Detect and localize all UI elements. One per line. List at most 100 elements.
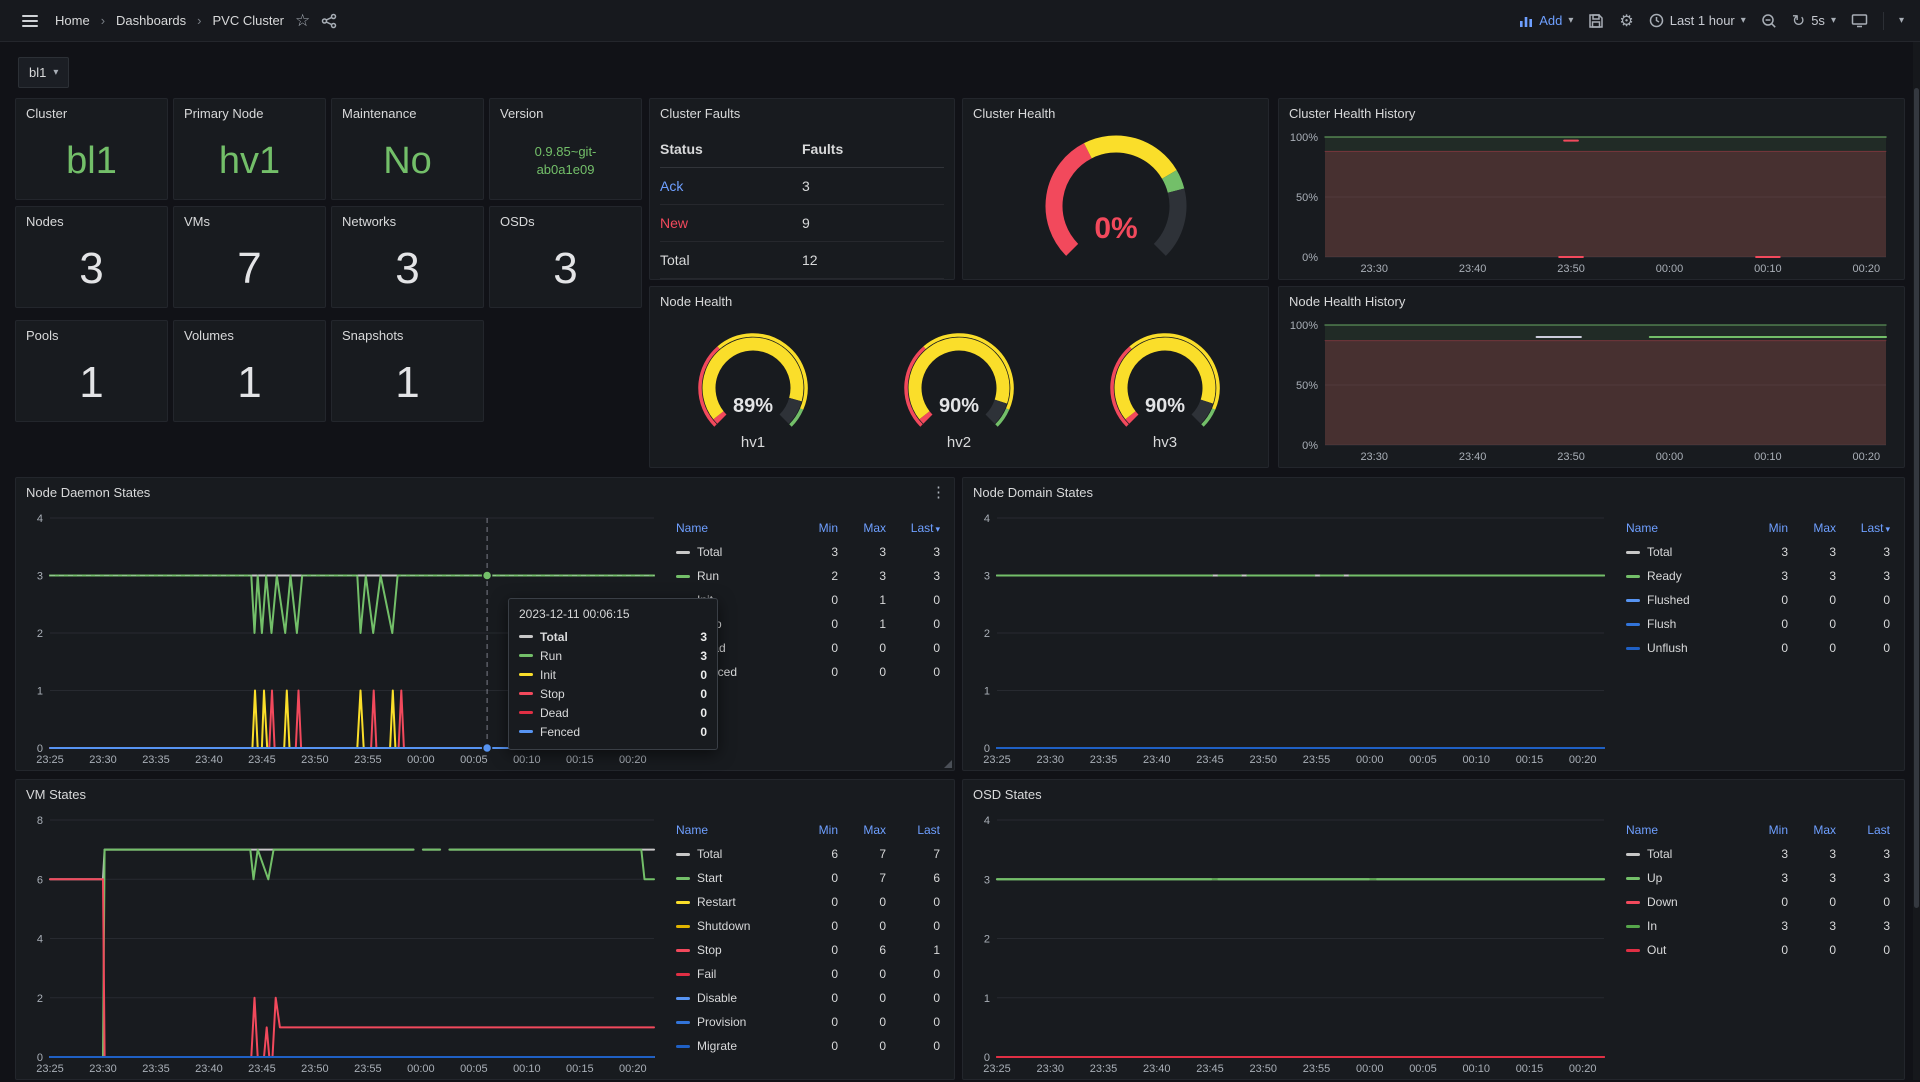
scrollbar-thumb[interactable]	[1914, 88, 1919, 908]
cluster-health-history-chart[interactable]: 0%50%100%23:3023:4023:5000:0000:1000:20	[1287, 127, 1896, 277]
series-toggle[interactable]: In	[1626, 919, 1748, 933]
series-toggle[interactable]: Flush	[1626, 617, 1748, 631]
breadcrumb-dashboards[interactable]: Dashboards	[116, 13, 186, 28]
panel-title[interactable]: Node Health History	[1279, 287, 1904, 317]
series-toggle[interactable]: Total	[1626, 847, 1748, 861]
time-range-picker[interactable]: Last 1 hour ▾	[1649, 13, 1746, 28]
cluster-health-gauge: 0%	[963, 127, 1268, 279]
series-toggle[interactable]: Down	[1626, 895, 1748, 909]
legend-column-max[interactable]: Max	[1792, 823, 1840, 837]
panel-title[interactable]: OSDs	[490, 207, 641, 237]
legend-max-value: 7	[842, 847, 890, 861]
series-toggle[interactable]: Unflush	[1626, 641, 1748, 655]
nav-collapse-icon[interactable]: ▾	[1899, 15, 1904, 26]
stat-value-nodes: 3	[16, 235, 167, 303]
vm-states-chart[interactable]: 0246823:2523:3023:3523:4023:4523:5023:55…	[24, 810, 664, 1077]
series-toggle[interactable]: Restart	[676, 895, 798, 909]
panel-title[interactable]: Snapshots	[332, 321, 483, 351]
panel-title[interactable]: Maintenance	[332, 99, 483, 129]
legend-max-value: 7	[842, 871, 890, 885]
series-toggle[interactable]: Shutdown	[676, 919, 798, 933]
legend-column-max[interactable]: Max	[1792, 521, 1840, 535]
osd-states-chart[interactable]: 0123423:2523:3023:3523:4023:4523:5023:55…	[971, 810, 1614, 1077]
share-icon[interactable]	[321, 13, 337, 29]
panel-title[interactable]: Node Daemon States	[16, 478, 954, 508]
series-toggle[interactable]: Stop	[676, 943, 798, 957]
legend-column-max[interactable]: Max	[842, 823, 890, 837]
series-toggle[interactable]: Run	[676, 569, 798, 583]
legend-column-name[interactable]: Name	[1626, 823, 1748, 837]
series-toggle[interactable]: Total	[676, 545, 798, 559]
panel-title[interactable]: Version	[490, 99, 641, 129]
series-toggle[interactable]: Total	[676, 847, 798, 861]
refresh-picker[interactable]: ↻ 5s ▾	[1792, 11, 1836, 31]
breadcrumb-current[interactable]: PVC Cluster	[212, 13, 284, 28]
legend-column-name[interactable]: Name	[676, 521, 798, 535]
zoom-out-icon[interactable]	[1761, 13, 1777, 29]
tv-mode-icon[interactable]	[1851, 13, 1868, 28]
node-domain-states-chart[interactable]: 0123423:2523:3023:3523:4023:4523:5023:55…	[971, 508, 1614, 768]
svg-text:00:05: 00:05	[460, 1063, 488, 1075]
svg-text:00:20: 00:20	[1569, 754, 1597, 766]
svg-text:0%: 0%	[1302, 440, 1318, 452]
panel-title[interactable]: Volumes	[174, 321, 325, 351]
series-toggle[interactable]: Flushed	[1626, 593, 1748, 607]
legend-column-min[interactable]: Min	[1748, 521, 1792, 535]
legend-column-last[interactable]: Last	[890, 823, 944, 837]
series-toggle[interactable]: Total	[1626, 545, 1748, 559]
panel-title[interactable]: OSD States	[963, 780, 1904, 810]
panel-title[interactable]: Nodes	[16, 207, 167, 237]
svg-text:23:55: 23:55	[1303, 1063, 1331, 1075]
legend-row: Unflush000	[1626, 636, 1894, 660]
tooltip-timestamp: 2023-12-11 00:06:15	[519, 607, 707, 621]
legend-min-value: 0	[798, 919, 842, 933]
legend-column-min[interactable]: Min	[798, 823, 842, 837]
legend-row: Total333	[676, 540, 944, 564]
cluster-variable-picker[interactable]: bl1 ▾	[18, 57, 69, 88]
legend-column-min[interactable]: Min	[798, 521, 842, 535]
dashboard-settings-icon[interactable]: ⚙	[1619, 11, 1633, 31]
panel-title[interactable]: Node Domain States	[963, 478, 1904, 508]
node-health-history-chart[interactable]: 0%50%100%23:3023:4023:5000:0000:1000:20	[1287, 315, 1896, 465]
panel-title[interactable]: Networks	[332, 207, 483, 237]
add-panel-button[interactable]: Add ▾	[1519, 13, 1573, 28]
tooltip-row: Total3	[519, 627, 707, 646]
panel-resize-handle[interactable]	[944, 760, 952, 768]
panel-title[interactable]: VM States	[16, 780, 954, 810]
legend-column-name[interactable]: Name	[1626, 521, 1748, 535]
panel-title[interactable]: Cluster Health	[963, 99, 1268, 129]
save-dashboard-icon[interactable]	[1588, 13, 1604, 29]
legend-column-min[interactable]: Min	[1748, 823, 1792, 837]
legend-last-value: 0	[890, 617, 944, 631]
panel-title[interactable]: Cluster Health History	[1279, 99, 1904, 129]
panel-title[interactable]: Pools	[16, 321, 167, 351]
svg-text:0%: 0%	[1094, 212, 1137, 245]
panel-menu-icon[interactable]: ⋮	[931, 483, 946, 501]
breadcrumb-home[interactable]: Home	[55, 13, 90, 28]
series-toggle[interactable]: Provision	[676, 1015, 798, 1029]
chart-tooltip: 2023-12-11 00:06:15 Total3Run3Init0Stop0…	[508, 598, 718, 750]
series-swatch-icon	[1626, 647, 1640, 650]
page-scrollbar[interactable]	[1913, 42, 1920, 1080]
series-toggle[interactable]: Up	[1626, 871, 1748, 885]
legend-column-last[interactable]: Last	[1840, 823, 1894, 837]
legend-column-last[interactable]: Last▾	[890, 521, 944, 535]
panel-title[interactable]: Cluster	[16, 99, 167, 129]
panel-title[interactable]: VMs	[174, 207, 325, 237]
series-toggle[interactable]: Disable	[676, 991, 798, 1005]
menu-toggle-icon[interactable]	[16, 8, 44, 34]
series-toggle[interactable]: Ready	[1626, 569, 1748, 583]
series-toggle[interactable]: Start	[676, 871, 798, 885]
legend-column-max[interactable]: Max	[842, 521, 890, 535]
svg-text:8: 8	[37, 815, 43, 827]
svg-text:23:25: 23:25	[983, 754, 1011, 766]
series-toggle[interactable]: Migrate	[676, 1039, 798, 1053]
series-toggle[interactable]: Fail	[676, 967, 798, 981]
series-toggle[interactable]: Out	[1626, 943, 1748, 957]
panel-title[interactable]: Node Health	[650, 287, 1268, 317]
legend-column-last[interactable]: Last▾	[1840, 521, 1894, 535]
legend-column-name[interactable]: Name	[676, 823, 798, 837]
panel-title[interactable]: Primary Node	[174, 99, 325, 129]
star-icon[interactable]: ☆	[295, 11, 310, 31]
panel-title[interactable]: Cluster Faults	[650, 99, 954, 129]
